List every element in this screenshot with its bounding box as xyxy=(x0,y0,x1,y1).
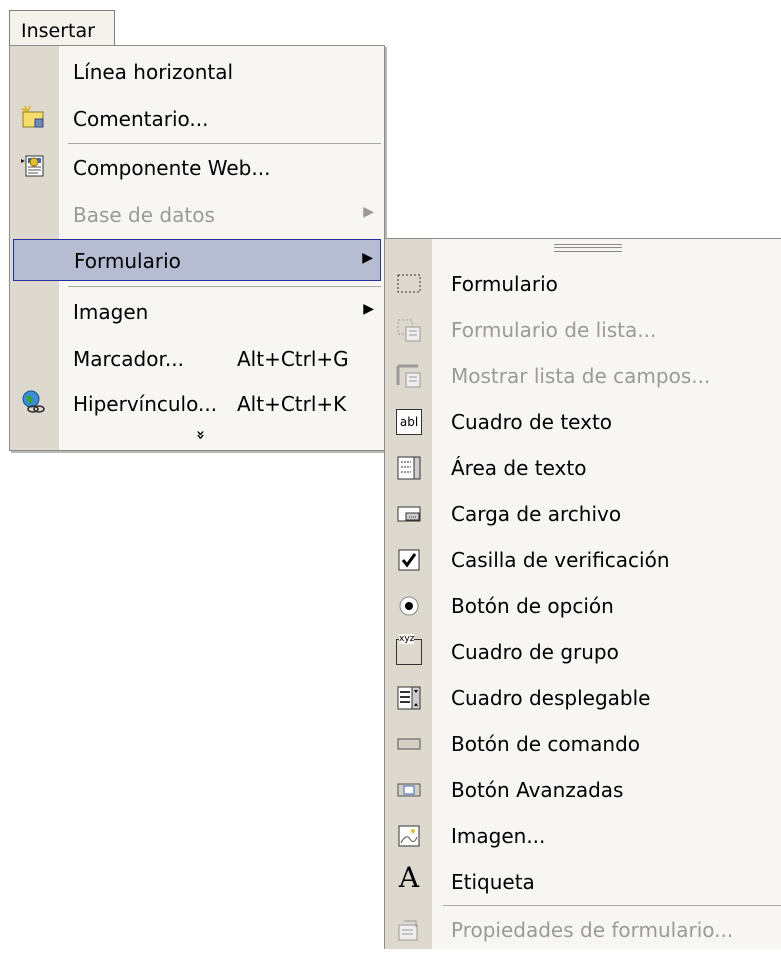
tear-off-grip[interactable] xyxy=(554,244,622,252)
submenu-arrow-icon: ▶ xyxy=(362,250,373,266)
submenu-item-field-list[interactable]: Mostrar lista de campos... xyxy=(385,353,781,399)
form-icon xyxy=(396,271,422,297)
submenu-separator xyxy=(443,905,781,906)
menu-separator xyxy=(68,143,381,144)
group-box-icon: xyz xyxy=(396,634,422,665)
file-upload-icon xyxy=(396,501,422,527)
submenu-item-label: Formulario xyxy=(451,272,558,296)
menu-item-horizontal-line[interactable]: Línea horizontal xyxy=(10,50,384,92)
menu-item-label: Comentario... xyxy=(73,107,209,131)
menu-item-hyperlink[interactable]: Hipervínculo... Alt+Ctrl+K xyxy=(10,382,384,424)
submenu-item-label: Carga de archivo xyxy=(451,502,622,526)
submenu-item-list-form[interactable]: Formulario de lista... xyxy=(385,307,781,353)
submenu-item-command-button[interactable]: Botón de comando xyxy=(385,721,781,767)
menu-item-label: Base de datos xyxy=(73,203,215,227)
label-icon-text: A xyxy=(398,861,420,894)
form-submenu: Formulario Formulario de lista... Mostra… xyxy=(384,238,781,949)
menu-item-label: Componente Web... xyxy=(73,156,271,180)
submenu-item-label: Cuadro de grupo xyxy=(451,640,619,664)
menu-item-shortcut: Alt+Ctrl+K xyxy=(237,392,347,416)
expand-menu-chevron-icon[interactable]: » xyxy=(192,426,210,444)
submenu-item-label: Área de texto xyxy=(451,456,587,480)
textbox-icon-text: abl xyxy=(399,415,419,429)
textbox-icon: abl xyxy=(396,409,422,435)
menu-item-database[interactable]: Base de datos ▶ xyxy=(10,193,384,235)
submenu-item-label: Cuadro desplegable xyxy=(451,686,651,710)
submenu-item-radio[interactable]: Botón de opción xyxy=(385,583,781,629)
submenu-arrow-icon: ▶ xyxy=(363,301,374,317)
comment-icon xyxy=(20,104,46,130)
form-properties-icon xyxy=(396,917,422,943)
menu-item-form[interactable]: Formulario ▶ xyxy=(13,239,381,281)
radio-icon xyxy=(396,593,422,619)
submenu-item-file-upload[interactable]: Carga de archivo xyxy=(385,491,781,537)
submenu-item-label: Etiqueta xyxy=(451,870,535,894)
insert-menu: Línea horizontal Comentario... Component… xyxy=(9,45,385,451)
menu-item-label: Imagen xyxy=(73,300,149,324)
group-box-icon-text: xyz xyxy=(399,634,415,644)
submenu-item-label: Propiedades de formulario... xyxy=(451,918,734,942)
submenu-item-form[interactable]: Formulario xyxy=(385,261,781,307)
submenu-item-dropdown[interactable]: Cuadro desplegable xyxy=(385,675,781,721)
menu-item-label: Hipervínculo... xyxy=(73,392,218,416)
submenu-item-label: Mostrar lista de campos... xyxy=(451,364,711,388)
submenu-item-label: Imagen... xyxy=(451,824,546,848)
list-form-icon xyxy=(396,317,422,343)
advanced-button-icon xyxy=(396,777,422,803)
menu-item-label: Línea horizontal xyxy=(73,60,234,84)
expand-glyph: » xyxy=(191,430,210,440)
menu-separator xyxy=(68,286,381,287)
command-button-icon xyxy=(396,731,422,757)
submenu-item-label: Cuadro de texto xyxy=(451,410,613,434)
menu-item-label: Marcador... xyxy=(73,347,184,371)
submenu-item-textarea[interactable]: Área de texto xyxy=(385,445,781,491)
submenu-item-form-properties[interactable]: Propiedades de formulario... xyxy=(385,907,781,953)
submenu-arrow-icon: ▶ xyxy=(363,204,374,220)
field-list-icon xyxy=(396,363,422,389)
submenu-item-label: Botón Avanzadas xyxy=(451,778,624,802)
menubar-insertar[interactable]: Insertar xyxy=(9,10,115,46)
submenu-item-label: Botón de opción xyxy=(451,594,614,618)
menu-item-shortcut: Alt+Ctrl+G xyxy=(237,347,349,371)
hyperlink-icon xyxy=(20,389,46,415)
checkbox-icon xyxy=(396,547,422,573)
dropdown-icon xyxy=(396,685,422,711)
textarea-icon xyxy=(396,455,422,481)
image-icon xyxy=(396,823,422,849)
menu-item-label: Formulario xyxy=(74,249,181,273)
menu-item-bookmark[interactable]: Marcador... Alt+Ctrl+G xyxy=(10,337,384,379)
menu-item-web-component[interactable]: Componente Web... xyxy=(10,146,384,188)
menu-item-image[interactable]: Imagen ▶ xyxy=(10,290,384,332)
submenu-item-advanced-button[interactable]: Botón Avanzadas xyxy=(385,767,781,813)
menu-item-comment[interactable]: Comentario... xyxy=(10,97,384,139)
menubar-label: Insertar xyxy=(21,20,95,42)
submenu-item-label: Casilla de verificación xyxy=(451,548,670,572)
submenu-item-textbox[interactable]: abl Cuadro de texto xyxy=(385,399,781,445)
submenu-item-label: Formulario de lista... xyxy=(451,318,657,342)
submenu-item-label-control[interactable]: A Etiqueta xyxy=(385,859,781,905)
label-icon: A xyxy=(396,864,422,892)
submenu-item-checkbox[interactable]: Casilla de verificación xyxy=(385,537,781,583)
submenu-item-label: Botón de comando xyxy=(451,732,641,756)
submenu-item-image[interactable]: Imagen... xyxy=(385,813,781,859)
web-component-icon xyxy=(20,153,46,179)
submenu-item-group-box[interactable]: xyz Cuadro de grupo xyxy=(385,629,781,675)
